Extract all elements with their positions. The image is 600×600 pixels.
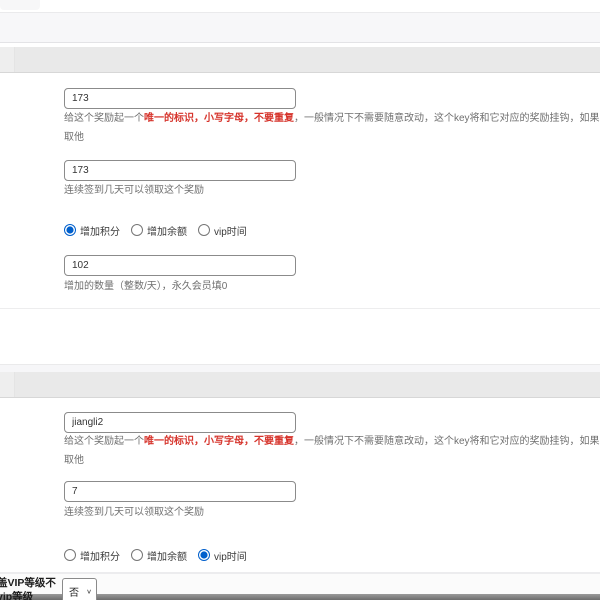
key-help-red-warning: 唯一的标识，小写字母，不要重复 <box>144 436 294 447</box>
radio-points-2[interactable] <box>64 549 76 561</box>
reward2-type-points[interactable]: 增加积分 <box>64 546 120 564</box>
section2-band <box>0 364 600 372</box>
reward1-amount-help: 增加的数量（整数/天），永久会员填0 <box>64 277 600 296</box>
reward1-days-input[interactable] <box>64 160 296 181</box>
key-help-line1: 给这个奖励起一个唯一的标识，小写字母，不要重复，一般情况下不需要随意改动，这个k… <box>64 109 600 128</box>
radio-viptime-1[interactable] <box>198 224 210 236</box>
section-header-1 <box>0 47 600 73</box>
radio-label: 增加积分 <box>80 548 120 563</box>
reward1-key-help: 给这个奖励起一个唯一的标识，小写字母，不要重复，一般情况下不需要随意改动，这个k… <box>64 109 600 147</box>
reward2-type-viptime[interactable]: vip时间 <box>198 546 247 564</box>
key-help-line2: 取他 <box>64 451 600 470</box>
section-header-divider <box>0 47 15 72</box>
toolbar-band <box>0 12 600 43</box>
radio-label: vip时间 <box>214 223 247 238</box>
section-header-2 <box>0 372 600 398</box>
reward2-key-help: 给这个奖励起一个唯一的标识，小写字母，不要重复，一般情况下不需要随意改动，这个k… <box>64 432 600 470</box>
reward2-days-input[interactable] <box>64 481 296 502</box>
section-divider <box>0 308 600 309</box>
radio-balance-2[interactable] <box>131 549 143 561</box>
vip-level-label-line1: 盖VIP等级不 <box>0 577 67 590</box>
key-help-line2: 取他 <box>64 128 600 147</box>
radio-viptime-2[interactable] <box>198 549 210 561</box>
radio-label: 增加积分 <box>80 223 120 238</box>
reward1-days-help: 连续签到几天可以领取这个奖励 <box>64 181 600 200</box>
section-header-divider <box>0 372 15 397</box>
reward1-type-points[interactable]: 增加积分 <box>64 221 120 239</box>
reward1-amount-input[interactable] <box>64 255 296 276</box>
reward1-type-viptime[interactable]: vip时间 <box>198 221 247 239</box>
chevron-down-icon: ∨ <box>86 587 92 594</box>
radio-label: 增加余额 <box>147 223 187 238</box>
radio-balance-1[interactable] <box>131 224 143 236</box>
radio-label: vip时间 <box>214 548 247 563</box>
rewards-admin-page: 给这个奖励起一个唯一的标识，小写字母，不要重复，一般情况下不需要随意改动，这个k… <box>0 0 600 600</box>
radio-points-1[interactable] <box>64 224 76 236</box>
reward2-key-input[interactable] <box>64 412 296 433</box>
select-value: 否 <box>69 584 79 599</box>
key-help-red-warning: 唯一的标识，小写字母，不要重复 <box>144 113 294 124</box>
key-help-line1: 给这个奖励起一个唯一的标识，小写字母，不要重复，一般情况下不需要随意改动，这个k… <box>64 432 600 451</box>
reward1-key-input[interactable] <box>64 88 296 109</box>
radio-label: 增加余额 <box>147 548 187 563</box>
vip-override-select[interactable]: 否 ∨ <box>62 578 97 600</box>
reward1-type-balance[interactable]: 增加余额 <box>131 221 187 239</box>
top-partial-element <box>0 0 40 10</box>
reward2-type-balance[interactable]: 增加余额 <box>131 546 187 564</box>
reward2-days-help: 连续签到几天可以领取这个奖励 <box>64 503 600 522</box>
vip-level-label-line2: vip等级 <box>0 591 67 600</box>
